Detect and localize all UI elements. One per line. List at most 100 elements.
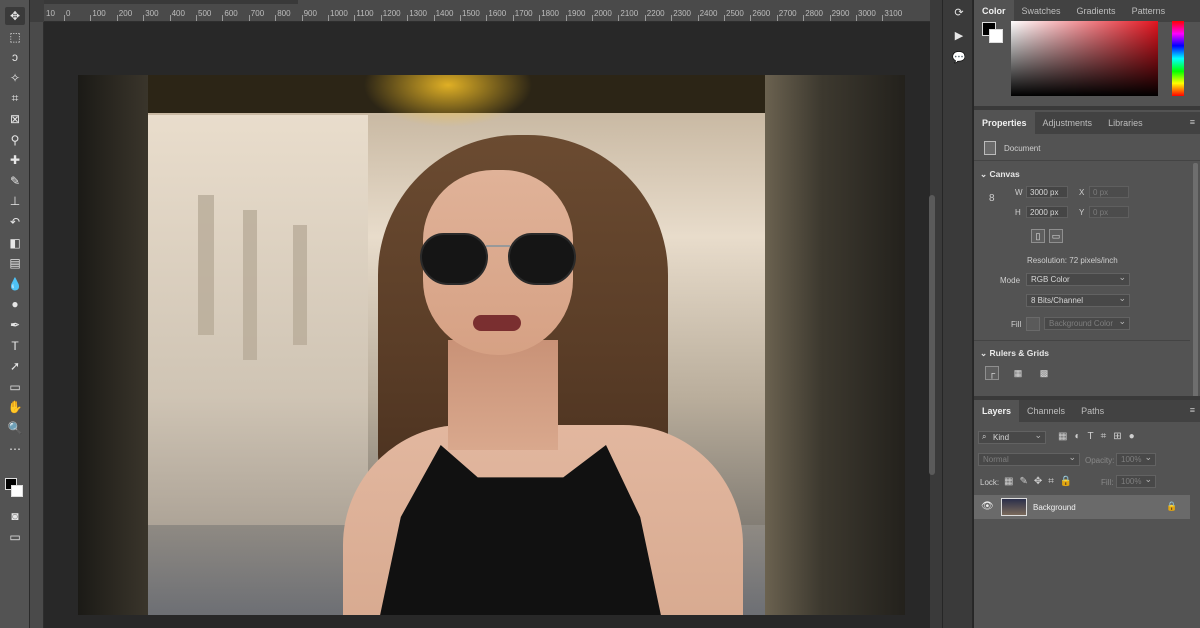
gradient-tool-icon[interactable]: ▤: [5, 254, 25, 272]
grid-icon[interactable]: ▦: [1011, 366, 1025, 380]
canvas-section-heading[interactable]: ⌄ Canvas: [980, 169, 1020, 180]
properties-scrollbar[interactable]: [1193, 163, 1198, 403]
x-field[interactable]: 0 px: [1089, 186, 1129, 198]
tab-properties[interactable]: Properties: [974, 112, 1035, 134]
crop-tool-icon[interactable]: ⌗: [5, 89, 25, 107]
ruler-label: 100: [92, 9, 106, 18]
tab-libraries[interactable]: Libraries: [1100, 112, 1151, 134]
clone-stamp-tool-icon[interactable]: ⊥: [5, 192, 25, 210]
tab-paths[interactable]: Paths: [1073, 400, 1112, 422]
hue-slider[interactable]: [1172, 21, 1184, 96]
blend-mode-select[interactable]: Normal: [978, 452, 1080, 466]
ruler-label: 2300: [673, 9, 691, 18]
marquee-tool-icon[interactable]: ⬚: [5, 28, 25, 46]
history-icon[interactable]: ⟳: [951, 5, 967, 19]
mode-select[interactable]: RGB Color: [1026, 272, 1130, 286]
canvas-workspace[interactable]: [44, 22, 930, 628]
layers-menu-icon[interactable]: ≡: [1190, 405, 1195, 415]
tab-color[interactable]: Color: [974, 0, 1014, 22]
zoom-tool-icon[interactable]: 🔍: [5, 419, 25, 437]
ruler-label: 10: [46, 9, 55, 18]
ruler-label: 200: [118, 9, 133, 18]
layer-row-background[interactable]: 👁 Background 🔒: [974, 495, 1190, 519]
blur-tool-icon[interactable]: 💧: [5, 275, 25, 293]
magic-wand-tool-icon[interactable]: ✧: [5, 69, 25, 87]
ruler-label: 1400: [435, 9, 454, 18]
healing-brush-tool-icon[interactable]: ✚: [5, 151, 25, 169]
y-field[interactable]: 0 px: [1089, 206, 1129, 218]
document-icon: [984, 141, 996, 155]
fill-select[interactable]: Background Color: [1044, 316, 1130, 330]
layer-fill-label: Fill:: [1101, 478, 1114, 487]
layer-kind-filter[interactable]: ⌕ Kind: [978, 430, 1046, 444]
layer-name[interactable]: Background: [1033, 503, 1076, 512]
hand-tool-icon[interactable]: ✋: [5, 398, 25, 416]
more-tools-icon[interactable]: ⋯: [5, 440, 25, 458]
ruler-label: 2900: [831, 9, 850, 18]
height-label: H: [1015, 208, 1021, 217]
width-field[interactable]: 3000 px: [1026, 186, 1068, 198]
height-field[interactable]: 2000 px: [1026, 206, 1068, 218]
guides-icon[interactable]: ▩: [1037, 366, 1051, 380]
ruler-tick: [618, 15, 620, 21]
color-picker-field[interactable]: [1011, 21, 1158, 96]
background-color-chip[interactable]: [11, 485, 23, 497]
photo-building-wall: [148, 115, 368, 585]
width-label: W: [1015, 188, 1023, 197]
ruler-label: 1000: [330, 9, 348, 18]
fill-color-swatch[interactable]: [1026, 317, 1040, 331]
ruler-tick: [697, 15, 699, 21]
ruler-tick: [512, 15, 514, 21]
frame-tool-icon[interactable]: ⊠: [5, 110, 25, 128]
lock-option-icons[interactable]: ▦✎✥⌗🔒: [1004, 476, 1078, 487]
x-label: X: [1079, 188, 1085, 197]
document-tab-strip: [44, 0, 298, 4]
document-photo[interactable]: [78, 75, 905, 615]
layer-visibility-eye-icon[interactable]: 👁: [981, 501, 994, 512]
path-selection-tool-icon[interactable]: ➚: [5, 357, 25, 375]
tab-gradients[interactable]: Gradients: [1069, 0, 1124, 22]
type-tool-icon[interactable]: T: [5, 337, 25, 355]
link-dimensions-icon[interactable]: 8: [989, 193, 995, 204]
bit-depth-select[interactable]: 8 Bits/Channel: [1026, 293, 1130, 307]
background-color-swatch[interactable]: [989, 29, 1003, 43]
pen-tool-icon[interactable]: ✒: [5, 316, 25, 334]
tab-channels[interactable]: Channels: [1019, 400, 1073, 422]
rectangle-tool-icon[interactable]: ▭: [5, 378, 25, 396]
layer-filter-icons[interactable]: ▦◐T⌗⊞●: [1058, 431, 1142, 442]
history-brush-tool-icon[interactable]: ↶: [5, 213, 25, 231]
layer-fill-field[interactable]: 100%: [1116, 474, 1156, 488]
eraser-tool-icon[interactable]: ◧: [5, 234, 25, 252]
ruler-tick: [803, 15, 805, 21]
y-label: Y: [1079, 208, 1085, 217]
tab-layers[interactable]: Layers: [974, 400, 1020, 422]
quick-mask-icon[interactable]: ◙: [5, 507, 25, 525]
panel-menu-icon[interactable]: ≡: [1190, 117, 1195, 127]
ruler-tick: [64, 15, 65, 21]
ruler-label: 1500: [462, 9, 480, 18]
move-tool-icon[interactable]: ✥: [5, 7, 25, 25]
tab-patterns[interactable]: Patterns: [1124, 0, 1174, 22]
photo-window: [293, 225, 307, 345]
ruler-tick: [750, 15, 752, 21]
screen-mode-icon[interactable]: ▭: [5, 528, 25, 546]
landscape-orientation-icon[interactable]: ▭: [1049, 229, 1063, 243]
opacity-field[interactable]: 100%: [1116, 452, 1156, 466]
rulers-icon[interactable]: ┌: [985, 366, 999, 380]
canvas-scrollbar[interactable]: [929, 195, 935, 475]
rulers-grids-heading[interactable]: ⌄ Rulers & Grids: [980, 348, 1049, 359]
photo-window: [243, 210, 257, 360]
portrait-orientation-icon[interactable]: ▯: [1031, 229, 1045, 243]
tab-adjustments[interactable]: Adjustments: [1035, 112, 1101, 134]
dodge-tool-icon[interactable]: ●: [5, 295, 25, 313]
lasso-tool-icon[interactable]: ↄ: [5, 48, 25, 66]
ruler-label: 400: [171, 9, 185, 18]
comments-icon[interactable]: 💬: [951, 50, 967, 64]
brush-tool-icon[interactable]: ✎: [5, 172, 25, 190]
tab-swatches[interactable]: Swatches: [1014, 0, 1069, 22]
layer-thumbnail: [1001, 498, 1027, 516]
vertical-ruler[interactable]: [30, 22, 44, 628]
actions-play-icon[interactable]: ▶: [951, 28, 967, 42]
layer-lock-icon[interactable]: 🔒: [1166, 501, 1177, 512]
eyedropper-tool-icon[interactable]: ⚲: [5, 131, 25, 149]
